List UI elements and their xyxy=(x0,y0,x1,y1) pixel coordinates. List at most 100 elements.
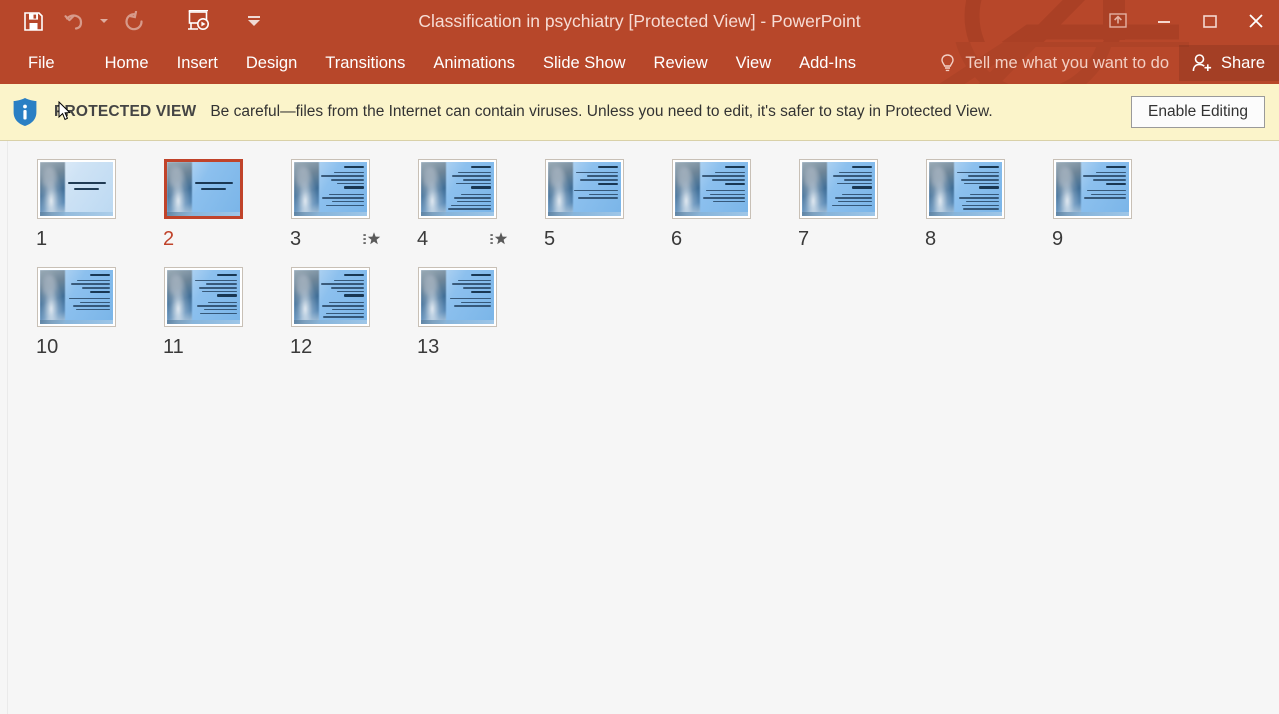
slide-thumbnail-5[interactable] xyxy=(545,159,624,219)
slide-thumbnail-cell[interactable]: 4 xyxy=(403,151,530,253)
animation-star-icon[interactable] xyxy=(363,231,381,248)
slide-thumbnail-13[interactable] xyxy=(418,267,497,327)
close-icon[interactable] xyxy=(1233,0,1279,42)
slide-body-line xyxy=(462,178,491,181)
enable-editing-button[interactable]: Enable Editing xyxy=(1131,96,1265,128)
quick-access-toolbar[interactable] xyxy=(0,0,262,42)
tab-animations[interactable]: Animations xyxy=(419,42,529,84)
tab-file[interactable]: File xyxy=(0,42,77,84)
slide-body-line xyxy=(458,171,491,174)
slide-thumbnail-cell[interactable]: 3 xyxy=(276,151,403,253)
slide-title-line xyxy=(725,182,745,185)
slide-thumbnail-11[interactable] xyxy=(164,267,243,327)
slide-preview xyxy=(548,162,621,216)
slide-thumbnail-cell[interactable]: 2 xyxy=(149,151,276,253)
slide-thumbnail-1[interactable] xyxy=(37,159,116,219)
slide-thumbnail-12[interactable] xyxy=(291,267,370,327)
slide-footer-strip xyxy=(929,212,1002,216)
slide-body-line xyxy=(970,193,999,196)
slide-thumbnail-4[interactable] xyxy=(418,159,497,219)
slide-body-line xyxy=(960,178,999,181)
slide-thumbnail-cell[interactable]: 13 xyxy=(403,259,530,361)
slide-footer-strip xyxy=(1056,212,1129,216)
tab-add-ins[interactable]: Add-Ins xyxy=(785,42,870,84)
slide-meta: 13 xyxy=(403,333,530,361)
slide-thumbnail-cell[interactable]: 1 xyxy=(22,151,149,253)
slide-thumbnail-cell[interactable]: 7 xyxy=(784,151,911,253)
tab-slide-show[interactable]: Slide Show xyxy=(529,42,640,84)
slide-background-photo xyxy=(40,162,65,216)
slide-thumbnail-3[interactable] xyxy=(291,159,370,219)
slide-thumbnail-2[interactable] xyxy=(164,159,243,219)
slide-meta: 10 xyxy=(22,333,149,361)
tab-home[interactable]: Home xyxy=(91,42,163,84)
slide-body-line xyxy=(1086,189,1126,192)
slide-thumbnail-9[interactable] xyxy=(1053,159,1132,219)
slide-sorter-pane[interactable]: 1 2 3 4 5 6 7 8 9 10 11 12 13 xyxy=(0,141,1279,714)
slide-thumbnail-6[interactable] xyxy=(672,159,751,219)
slide-text-lines xyxy=(190,274,237,316)
undo-icon[interactable] xyxy=(56,5,90,37)
slide-number: 2 xyxy=(163,227,175,250)
slide-title-line xyxy=(1106,182,1126,185)
slide-body-line xyxy=(713,200,745,203)
restore-icon[interactable] xyxy=(1187,0,1233,42)
slide-body-line xyxy=(1096,171,1126,174)
slide-body-line xyxy=(968,175,999,177)
share-label: Share xyxy=(1220,53,1265,72)
slide-number: 13 xyxy=(417,335,440,358)
ribbon-tabs[interactable]: File Home Insert Design Transitions Anim… xyxy=(0,42,870,84)
ribbon-display-options-icon[interactable] xyxy=(1095,0,1141,42)
customize-qat-icon[interactable] xyxy=(246,5,262,37)
slide-title-line xyxy=(725,166,745,169)
slide-thumbnail-cell[interactable]: 11 xyxy=(149,259,276,361)
window-controls[interactable] xyxy=(1095,0,1279,42)
slide-body-line xyxy=(451,283,491,285)
slide-body-line xyxy=(842,193,872,196)
slide-background-photo xyxy=(675,162,700,216)
tab-review[interactable]: Review xyxy=(640,42,722,84)
slide-thumbnail-cell[interactable]: 10 xyxy=(22,259,149,361)
save-icon[interactable] xyxy=(16,5,50,37)
slide-title-line xyxy=(979,186,999,189)
slide-body-line xyxy=(455,182,491,185)
slide-grid[interactable]: 1 2 3 4 5 6 7 8 9 10 11 12 13 xyxy=(22,151,1269,367)
tab-transitions[interactable]: Transitions xyxy=(311,42,419,84)
slide-thumbnail-cell[interactable]: 8 xyxy=(911,151,1038,253)
slide-preview xyxy=(802,162,875,216)
slide-title-line xyxy=(74,187,100,190)
slide-thumbnail-8[interactable] xyxy=(926,159,1005,219)
tab-view[interactable]: View xyxy=(722,42,785,84)
slide-body-line xyxy=(336,290,364,293)
slide-body-line xyxy=(331,286,364,289)
animation-star-icon[interactable] xyxy=(490,231,508,248)
start-slideshow-icon[interactable] xyxy=(182,5,216,37)
minimize-icon[interactable] xyxy=(1141,0,1187,42)
slide-thumbnail-7[interactable] xyxy=(799,159,878,219)
slide-thumbnail-cell[interactable]: 9 xyxy=(1038,151,1165,253)
redo-icon[interactable] xyxy=(118,5,152,37)
slide-body-line xyxy=(196,305,237,307)
slide-title-line xyxy=(217,294,237,297)
tell-me-search[interactable]: Tell me what you want to do xyxy=(939,42,1169,84)
slide-body-line xyxy=(198,286,237,289)
slide-body-line xyxy=(574,189,618,192)
tab-insert[interactable]: Insert xyxy=(163,42,232,84)
share-button[interactable]: Share xyxy=(1178,45,1279,81)
slide-body-line xyxy=(709,193,745,196)
undo-dropdown-icon[interactable] xyxy=(96,5,112,37)
slide-thumbnail-cell[interactable]: 5 xyxy=(530,151,657,253)
slide-body-line xyxy=(81,286,110,289)
slide-title-line xyxy=(217,274,237,277)
slide-body-line xyxy=(450,204,491,207)
tab-design[interactable]: Design xyxy=(232,42,311,84)
title-bar: Classification in psychiatry [Protected … xyxy=(0,0,1279,42)
slide-body-line xyxy=(961,204,999,207)
slide-thumbnail-cell[interactable]: 6 xyxy=(657,151,784,253)
slide-meta: 12 xyxy=(276,333,403,361)
slide-thumbnail-cell[interactable]: 12 xyxy=(276,259,403,361)
slide-body-line xyxy=(836,182,872,185)
slide-thumbnail-10[interactable] xyxy=(37,267,116,327)
lightbulb-icon xyxy=(939,53,956,73)
slide-body-line xyxy=(321,197,364,199)
